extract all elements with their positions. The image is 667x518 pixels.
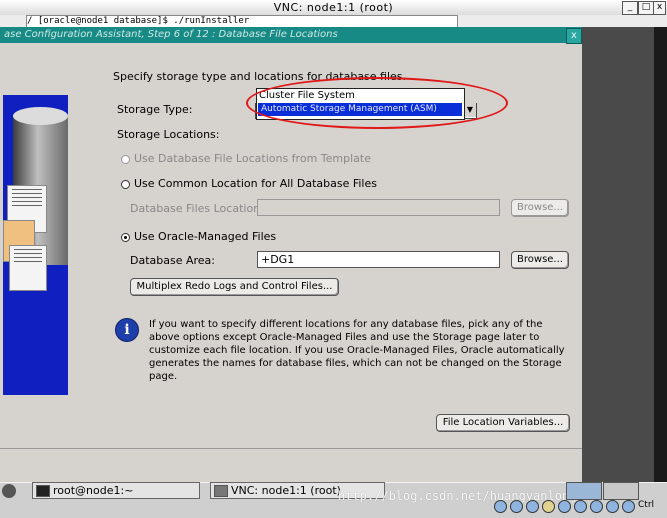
vnc-title-bar[interactable]: VNC: node1:1 (root) _ □ x <box>0 0 667 16</box>
browse-button[interactable]: Browse... <box>511 251 569 269</box>
db-files-location-label: Database Files Location: <box>130 202 264 215</box>
settings-icon[interactable] <box>622 500 635 513</box>
power-icon[interactable] <box>542 500 555 513</box>
database-cylinder-top-graphic <box>13 107 68 125</box>
minimize-button[interactable]: _ <box>622 1 638 15</box>
network-icon[interactable] <box>494 500 507 513</box>
wizard-illustration <box>3 95 68 395</box>
vnc-window-title: VNC: node1:1 (root) <box>273 1 394 14</box>
update-icon[interactable] <box>510 500 523 513</box>
storage-locations-label: Storage Locations: <box>117 128 220 141</box>
divider <box>0 448 582 449</box>
db-area-input[interactable]: +DG1 <box>257 251 500 268</box>
keyboard-icon[interactable] <box>558 500 571 513</box>
browse-button-disabled[interactable]: Browse... <box>511 199 569 217</box>
clipboard-icon[interactable] <box>574 500 587 513</box>
workspace-switcher[interactable] <box>566 482 602 500</box>
workspace-switcher-2[interactable] <box>603 482 639 500</box>
volume-icon[interactable] <box>526 500 539 513</box>
display-icon[interactable] <box>590 500 603 513</box>
file-location-variables-button[interactable]: File Location Variables... <box>436 414 570 432</box>
radio-common-label: Use Common Location for All Database Fil… <box>134 177 377 190</box>
host-key-label: Ctrl <box>638 500 655 510</box>
radio-oracle-managed-files[interactable]: Use Oracle-Managed Files <box>121 230 276 243</box>
info-icon: i <box>115 318 139 342</box>
db-area-label: Database Area: <box>130 254 216 267</box>
db-files-location-input[interactable] <box>257 199 500 216</box>
radio-button-icon[interactable] <box>121 154 130 164</box>
watermark-text: http://blog.csdn.net/huangyanlong <box>338 489 577 503</box>
red-annotation-circle <box>246 77 508 129</box>
radio-omf-label: Use Oracle-Managed Files <box>134 230 277 243</box>
taskbar-vnc-label: VNC: node1:1 (root) <box>231 484 341 497</box>
taskbar-terminal-label: root@node1:~ <box>53 484 134 497</box>
info-message: If you want to specify different locatio… <box>149 319 565 382</box>
radio-button-icon[interactable] <box>121 179 130 189</box>
start-menu-icon[interactable] <box>2 484 16 498</box>
document-graphic <box>9 245 47 291</box>
radio-use-template[interactable]: Use Database File Locations from Templat… <box>121 152 371 165</box>
installer-title-bar[interactable]: ase Configuration Assistant, Step 6 of 1… <box>0 27 582 43</box>
radio-common-location[interactable]: Use Common Location for All Database Fil… <box>121 177 377 190</box>
storage-type-label: Storage Type: <box>117 103 193 116</box>
terminal-icon <box>36 485 50 497</box>
taskbar-item-terminal[interactable]: root@node1:~ <box>32 482 200 499</box>
installer-close-button[interactable]: x <box>566 28 582 44</box>
maximize-button[interactable]: □ <box>638 1 654 15</box>
desktop-edge <box>654 27 667 482</box>
radio-button-selected-icon[interactable] <box>121 232 130 242</box>
radio-template-label: Use Database File Locations from Templat… <box>134 152 371 165</box>
close-button[interactable]: x <box>653 1 666 15</box>
vnc-icon <box>214 485 228 497</box>
installer-title: ase Configuration Assistant, Step 6 of 1… <box>4 29 338 40</box>
multiplex-redo-logs-button[interactable]: Multiplex Redo Logs and Control Files... <box>130 278 339 296</box>
mouse-icon[interactable] <box>606 500 619 513</box>
